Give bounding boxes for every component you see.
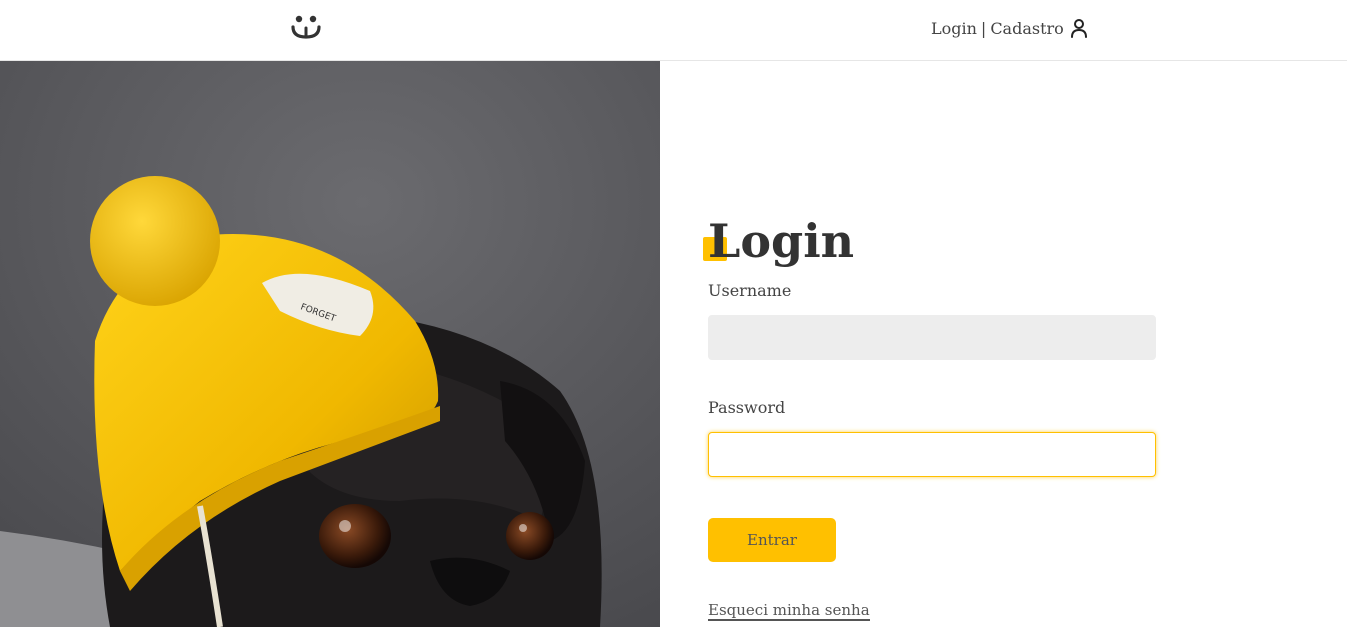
password-label: Password — [708, 398, 786, 417]
header-nav: Login | Cadastro — [931, 16, 1088, 40]
password-input[interactable] — [708, 432, 1156, 477]
login-form: Login Username Password Entrar Esqueci m… — [660, 61, 1347, 627]
page-title: Login — [708, 214, 855, 268]
username-input[interactable] — [708, 315, 1156, 360]
signup-link[interactable]: Cadastro — [990, 19, 1063, 38]
forgot-password-link[interactable]: Esqueci minha senha — [708, 601, 870, 621]
hero-photo: FORGET — [0, 61, 660, 627]
user-icon[interactable] — [1070, 18, 1088, 38]
header: Login | Cadastro — [0, 0, 1347, 61]
username-label: Username — [708, 281, 792, 300]
login-link[interactable]: Login — [931, 19, 977, 38]
nav-separator: | — [980, 18, 987, 38]
submit-button[interactable]: Entrar — [708, 518, 836, 562]
dog-face-logo-icon[interactable] — [290, 14, 322, 42]
